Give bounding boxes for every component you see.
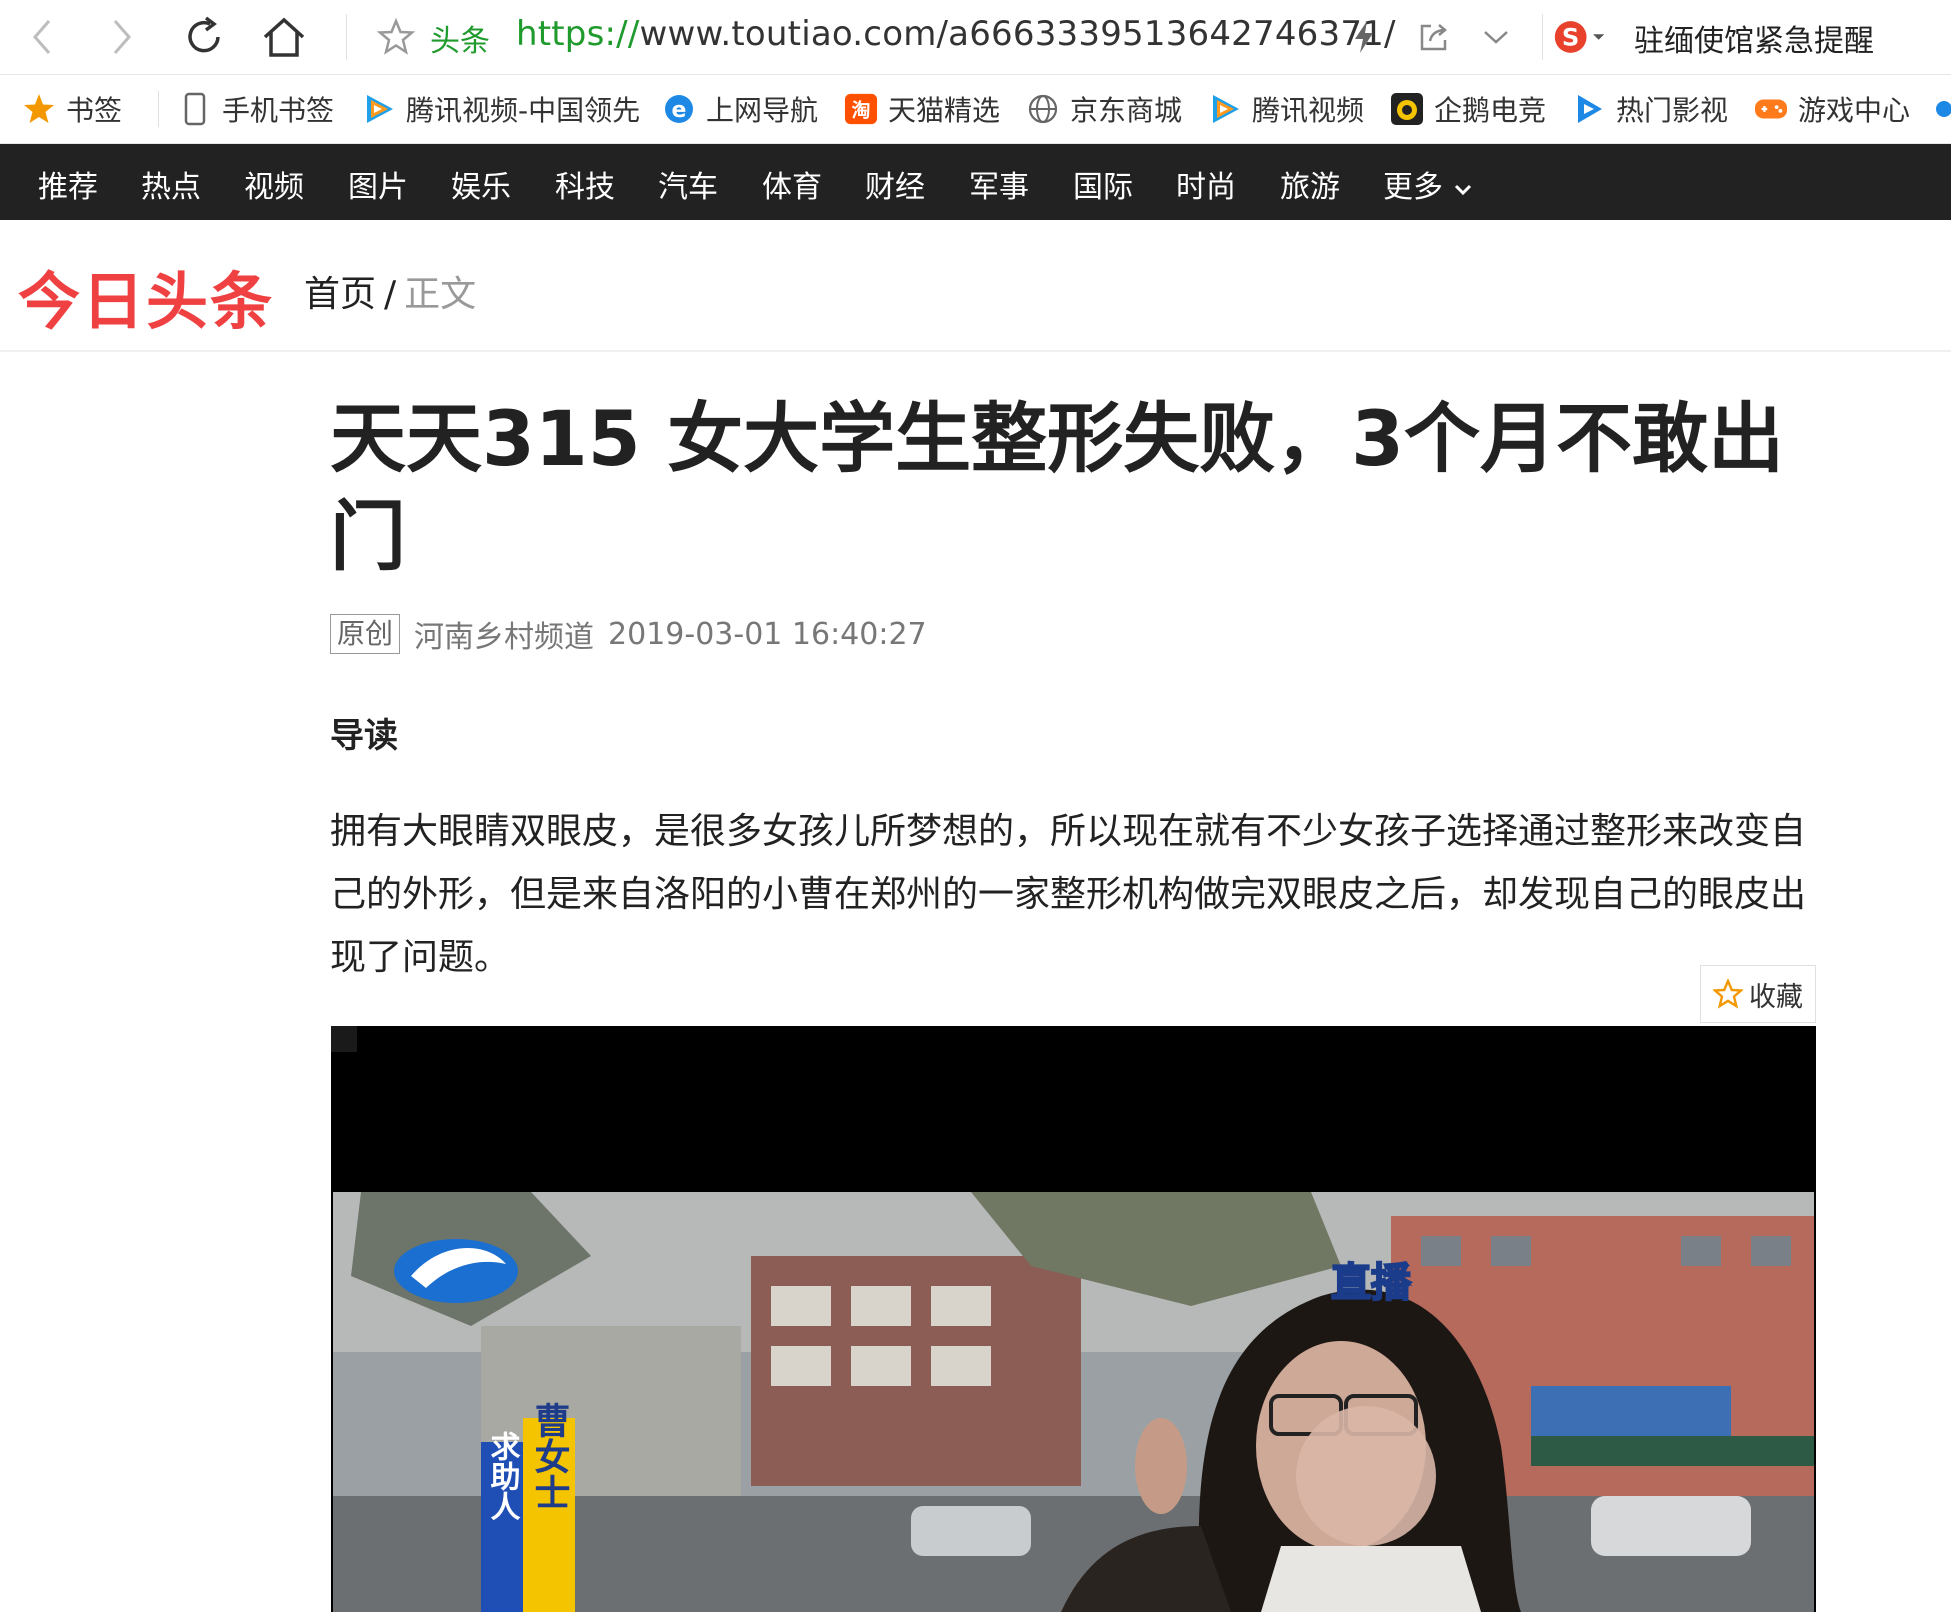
chevron-down-icon (1454, 184, 1471, 196)
penguin-esports-icon (1390, 92, 1424, 126)
nav-item[interactable]: 体育 (762, 162, 822, 206)
bookmark-divider (158, 91, 159, 127)
bookmark-item[interactable]: 淘 天猫精选 (844, 87, 1000, 131)
nav-item[interactable]: 视频 (244, 162, 304, 206)
bookmark-label: 游戏中心 (1798, 94, 1911, 127)
share-icon[interactable] (1406, 10, 1462, 64)
url-scheme: https:// (516, 14, 640, 54)
lead-heading: 导读 (330, 716, 398, 756)
nav-item-more[interactable]: 更多 (1383, 162, 1473, 206)
toolbar-divider (346, 14, 347, 60)
taobao-icon: 淘 (844, 92, 878, 126)
nav-item[interactable]: 图片 (348, 162, 408, 206)
svg-text:淘: 淘 (852, 99, 871, 122)
bookmark-item[interactable]: 热门影视 (1572, 87, 1728, 131)
nav-item[interactable]: 时尚 (1176, 162, 1236, 206)
breadcrumb-home[interactable]: 首页 (304, 274, 376, 315)
lead-paragraph: 拥有大眼睛双眼皮，是很多女孩儿所梦想的，所以现在就有不少女孩子选择通过整形来改变… (330, 811, 1807, 978)
phone-icon (178, 92, 212, 126)
bookmark-label: 手机书签 (222, 94, 335, 127)
lightning-icon[interactable] (1336, 10, 1392, 64)
star-outline-icon (1713, 979, 1743, 1009)
caption-name: 曹女士 (529, 1402, 571, 1510)
nav-item[interactable]: 推荐 (38, 162, 98, 206)
bookmark-label: 京东商城 (1070, 94, 1183, 127)
toutiao-logo[interactable]: 今日头条 (18, 251, 274, 341)
nav-item[interactable]: 汽车 (658, 162, 718, 206)
article-source[interactable]: 河南乡村频道 (414, 612, 594, 656)
chevron-down-icon[interactable] (1468, 10, 1524, 64)
article-meta: 原创 河南乡村频道 2019-03-01 16:40:27 (330, 612, 927, 656)
bookmark-item[interactable]: 手机书签 (178, 87, 334, 131)
video-frame: 直播 求助人 曹女士 (331, 1026, 1816, 1612)
url-field[interactable]: https://www.toutiao.com/a666333951364274… (516, 14, 1396, 54)
breadcrumb-current: 正文 (404, 274, 477, 315)
site-label: 头条 (430, 24, 490, 59)
globe-icon (1026, 92, 1060, 126)
ie-icon: e (662, 92, 696, 126)
nav-item[interactable]: 科技 (555, 162, 615, 206)
bookmark-label: 企鹅电竞 (1434, 94, 1547, 127)
nav-item[interactable]: 旅游 (1280, 162, 1340, 206)
caption-tag: 求助人 (485, 1431, 521, 1521)
nav-item[interactable]: 热点 (141, 162, 201, 206)
url-path: www.toutiao.com/a6663339513642746371/ (639, 14, 1396, 54)
favorite-button[interactable]: 收藏 (1700, 965, 1816, 1023)
svg-text:e: e (672, 98, 687, 123)
article-time: 2019-03-01 16:40:27 (608, 616, 927, 652)
gamepad-icon (1754, 92, 1788, 126)
tencent-video-icon (1208, 92, 1242, 126)
browser-address-bar: 头条 https://www.toutiao.com/a666333951364… (0, 0, 1951, 75)
bookmark-star-icon[interactable] (368, 10, 424, 64)
play-icon (1572, 92, 1606, 126)
bookmark-item[interactable]: 企鹅电竞 (1390, 87, 1546, 131)
forward-arrow-icon[interactable] (94, 10, 150, 64)
breadcrumb: 首页 / 正文 (304, 265, 476, 317)
live-label: 直播 (1331, 1260, 1412, 1306)
favorite-label: 收藏 (1749, 981, 1803, 1013)
bookmark-item[interactable]: 游戏中心 (1754, 87, 1910, 131)
article-title: 天天315 女大学生整形失败，3个月不敢出门 (330, 394, 1784, 581)
tencent-video-icon (362, 92, 396, 126)
sogou-search-icon[interactable]: S (1552, 10, 1608, 64)
original-badge: 原创 (330, 614, 401, 654)
bookmark-label: 腾讯视频-中国领先 (406, 94, 641, 127)
nav-item[interactable]: 军事 (969, 162, 1029, 206)
news-alert-link[interactable]: 驻缅使馆紧急提醒 (1634, 16, 1874, 60)
bookmark-label: 上网导航 (706, 94, 819, 127)
nav-item[interactable]: 财经 (865, 162, 925, 206)
toolbar-divider (1542, 14, 1543, 60)
category-nav: 推荐 热点 视频 图片 娱乐 科技 汽车 体育 财经 军事 国际 时尚 旅游 更… (0, 144, 1951, 220)
nav-more-label: 更多 (1383, 170, 1443, 205)
bookmark-item[interactable]: 书签 (22, 87, 122, 131)
svg-text:S: S (1562, 22, 1579, 51)
nav-item[interactable]: 国际 (1073, 162, 1133, 206)
bookmark-item[interactable]: 京东商城 (1026, 87, 1182, 131)
bookmarks-bar: 书签 手机书签 腾讯视频-中国领先 e 上网导航 淘 天猫精选 京东商城 腾讯视… (0, 75, 1951, 144)
nav-item[interactable]: 娱乐 (451, 162, 511, 206)
overflow-icon[interactable] (1934, 93, 1951, 125)
bookmark-label: 书签 (66, 94, 123, 127)
home-icon[interactable] (256, 10, 312, 64)
star-icon (22, 92, 56, 126)
bookmark-item[interactable]: e 上网导航 (662, 87, 818, 131)
bookmark-item[interactable]: 腾讯视频-中国领先 (362, 87, 640, 131)
refresh-icon[interactable] (176, 10, 232, 64)
video-player[interactable]: 直播 求助人 曹女士 (331, 1026, 1816, 1612)
bookmark-label: 天猫精选 (888, 94, 1001, 127)
back-arrow-icon[interactable] (14, 10, 70, 64)
bookmark-item[interactable]: 腾讯视频 (1208, 87, 1364, 131)
breadcrumb-separator: / (384, 274, 397, 315)
site-header: 今日头条 首页 / 正文 (0, 221, 1951, 352)
bookmark-label: 热门影视 (1616, 94, 1729, 127)
bookmark-label: 腾讯视频 (1252, 94, 1365, 127)
